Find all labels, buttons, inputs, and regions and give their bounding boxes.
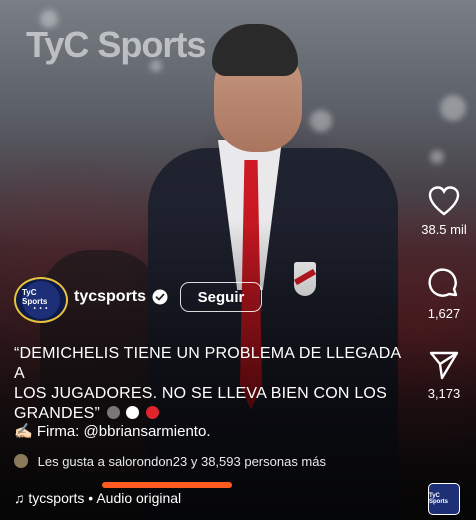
comment-icon[interactable] <box>412 268 476 300</box>
follow-button[interactable]: Seguir <box>180 282 262 312</box>
firma-row: ✍🏻 Firma: @bbriansarmiento. <box>14 422 210 440</box>
author-avatar[interactable]: TyC Sports • • • <box>14 277 68 323</box>
coach-hair <box>212 24 298 76</box>
audio-separator: • <box>88 490 94 506</box>
audio-row[interactable]: ♫ tycsports • Audio original <box>14 490 254 510</box>
verified-badge-icon <box>152 289 168 305</box>
bokeh-light <box>310 110 332 132</box>
heart-icon[interactable] <box>412 186 476 216</box>
liked-by-row[interactable]: Les gusta a salorondon23 y 38,593 person… <box>14 454 326 469</box>
highlight-underline <box>102 482 232 488</box>
music-note-icon: ♫ <box>14 490 25 506</box>
writing-hand-icon: ✍🏻 <box>14 423 33 440</box>
audio-label: Audio original <box>96 490 182 506</box>
comment-action[interactable]: 1,627 <box>412 268 476 321</box>
reel-viewer[interactable]: TyC Sports 38.5 mil 1,627 3,173 TyC Spor… <box>0 0 476 520</box>
avatar-logo-text: TyC Sports <box>22 288 48 306</box>
bokeh-light <box>430 150 444 164</box>
caption-line: “DEMICHELIS TIENE UN PROBLEMA DE LLEGADA… <box>14 345 401 382</box>
tyc-watermark: TyC Sports <box>26 24 206 65</box>
share-count: 3,173 <box>427 386 461 401</box>
thumbnail-logo-text: TyC Sports <box>429 493 449 505</box>
like-action[interactable]: 38.5 mil <box>412 186 476 237</box>
firma-handle[interactable]: @bbriansarmiento. <box>84 423 211 440</box>
avatar-dots: • • • <box>33 306 49 312</box>
caption-line-last: GRANDES” <box>14 404 404 424</box>
liker-avatar-icon <box>14 454 28 468</box>
audio-author: tycsports <box>28 490 85 506</box>
comment-count: 1,627 <box>427 306 461 321</box>
dark-circle-emoji-icon <box>106 406 120 419</box>
like-count: 38.5 mil <box>421 222 467 237</box>
send-icon[interactable] <box>412 350 476 380</box>
share-action[interactable]: 3,173 <box>412 350 476 401</box>
firma-label: Firma: <box>36 423 80 440</box>
audio-thumbnail[interactable]: TyC Sports <box>428 483 460 515</box>
bokeh-light <box>440 95 466 121</box>
caption-line: LOS JUGADORES. NO SE LLEVA BIEN CON LOS <box>14 385 387 402</box>
liked-by-text: Les gusta a salorondon23 y 38,593 person… <box>37 454 326 469</box>
author-username[interactable]: tycsports <box>74 288 146 306</box>
caption-line: GRANDES” <box>14 405 101 422</box>
reel-caption[interactable]: “DEMICHELIS TIENE UN PROBLEMA DE LLEGADA… <box>14 344 404 424</box>
white-circle-emoji-icon <box>126 406 140 419</box>
red-circle-emoji-icon <box>146 406 160 419</box>
